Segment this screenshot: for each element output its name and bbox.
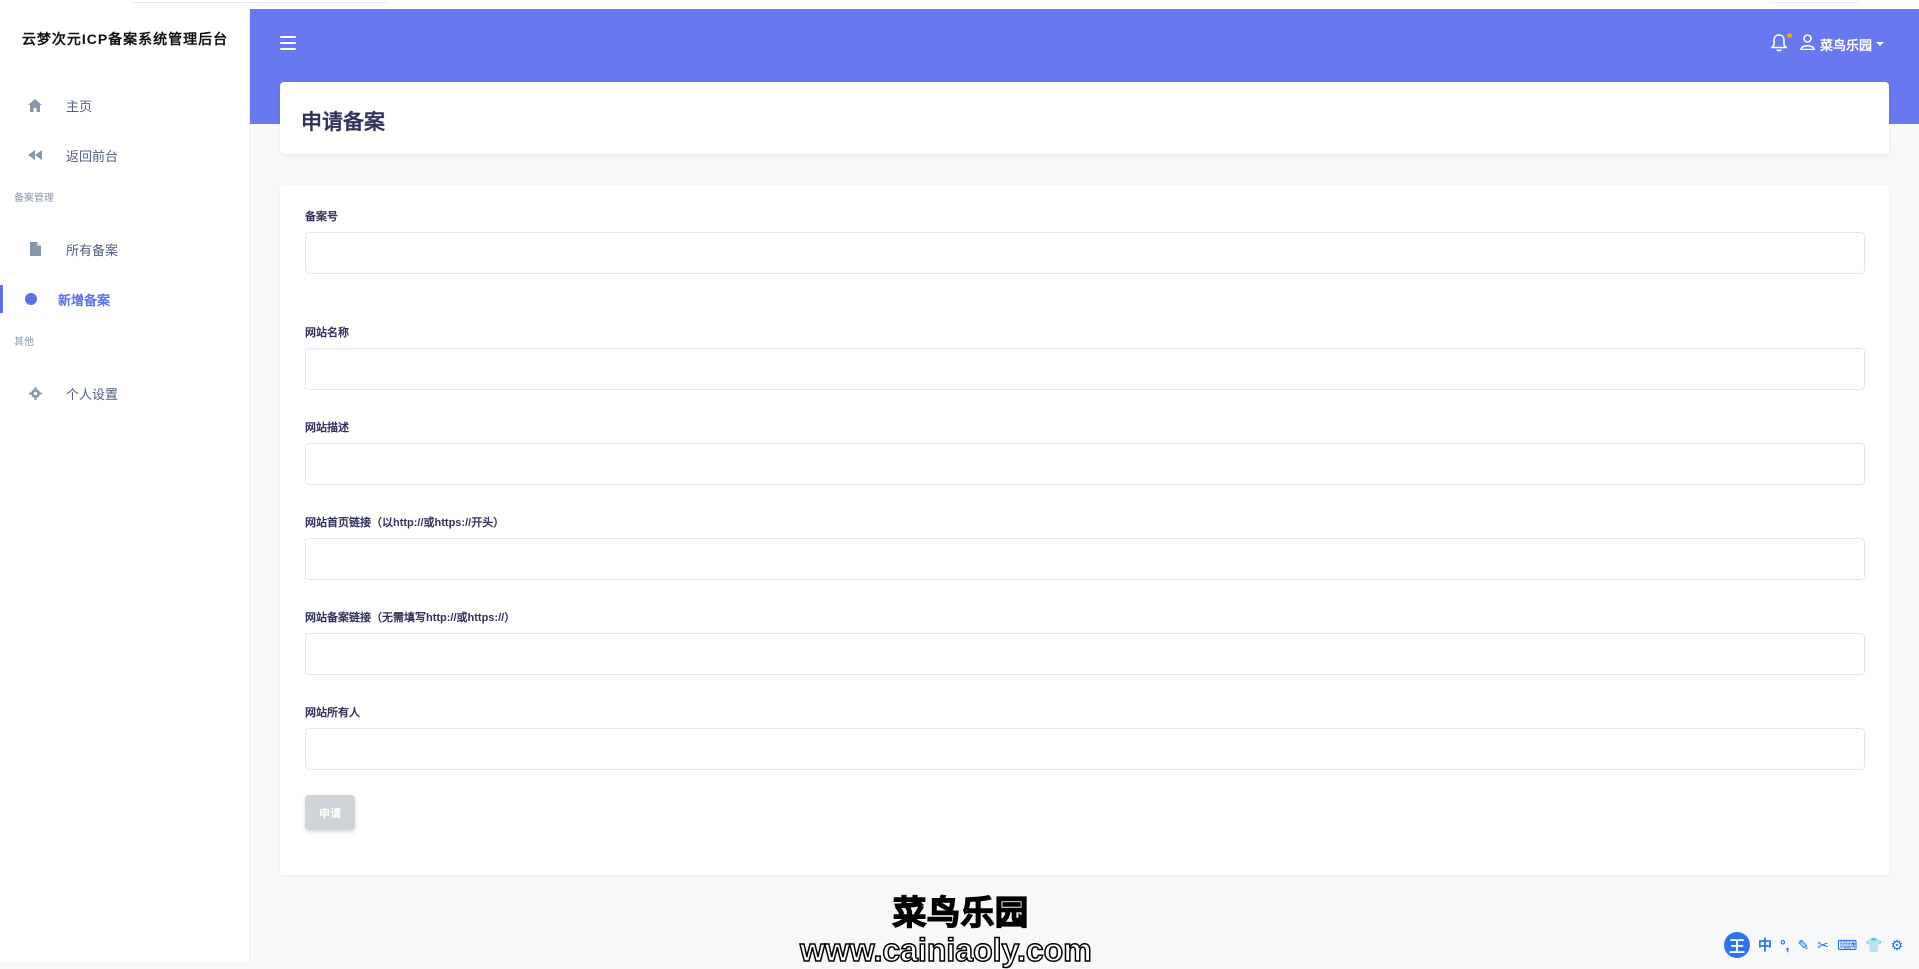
page-title-card: 申请备案: [280, 82, 1889, 154]
site-description-input[interactable]: [305, 443, 1865, 485]
sidebar-item-label: 个人设置: [66, 386, 119, 402]
ime-punctuation[interactable]: °,: [1780, 937, 1790, 953]
settings-icon[interactable]: ⚙: [1891, 937, 1904, 954]
watermark-title: 菜鸟乐园: [892, 893, 1029, 932]
record-number-input[interactable]: [305, 232, 1865, 274]
ime-chinese-mode[interactable]: 中: [1758, 935, 1772, 955]
watermark-url: www.cainiaoly.com: [799, 931, 1092, 969]
circle-icon: [24, 292, 38, 306]
browser-top-strip: [0, 0, 1919, 9]
notification-dot: [1787, 33, 1792, 38]
site-home-url-input[interactable]: [305, 538, 1865, 580]
site-record-url-input[interactable]: [305, 633, 1865, 675]
chevron-down-icon: [1876, 42, 1884, 46]
pen-icon[interactable]: ✎: [1798, 937, 1810, 954]
sidebar-item-personal-settings[interactable]: 个人设置: [0, 373, 250, 413]
notification-bell-icon[interactable]: [1770, 33, 1792, 54]
site-description-label: 网站描述: [305, 422, 349, 434]
submit-button[interactable]: 申请: [305, 795, 355, 830]
user-icon: [1800, 33, 1815, 55]
sidebar-item-label: 所有备案: [66, 242, 119, 258]
sidebar-item-label: 新增备案: [58, 292, 111, 308]
username: 菜鸟乐园: [1819, 37, 1872, 53]
site-home-url-label: 网站首页链接（以http://或https://开头）: [305, 517, 505, 529]
home-icon: [28, 98, 42, 112]
record-number-label: 备案号: [305, 211, 338, 223]
site-name-input[interactable]: [305, 348, 1865, 390]
sidebar-item-new-record[interactable]: 新增备案: [0, 279, 250, 319]
file-icon: [28, 242, 42, 256]
scissors-icon[interactable]: ✂: [1817, 937, 1829, 954]
sidebar-item-back-to-front[interactable]: 返回前台: [0, 135, 250, 175]
site-record-url-label: 网站备案链接（无需填写http://或https://）: [305, 612, 516, 624]
ime-logo[interactable]: 王: [1724, 932, 1750, 958]
page-title: 申请备案: [301, 111, 385, 134]
site-owner-input[interactable]: [305, 728, 1865, 770]
nav-heading-other: 其他: [14, 337, 34, 348]
address-bar-edge: [130, 0, 390, 3]
keyboard-icon[interactable]: ⌨: [1837, 937, 1857, 954]
site-owner-label: 网站所有人: [305, 707, 360, 719]
ime-toolbar: 王 中 °, ✎ ✂ ⌨ 👕 ⚙: [1724, 932, 1903, 958]
record-form: 备案号 网站名称 网站描述 网站首页链接（以http://或https://开头…: [280, 185, 1889, 875]
sidebar-item-label: 主页: [66, 98, 93, 114]
hamburger-menu-icon[interactable]: [280, 36, 296, 50]
rewind-icon: [28, 148, 42, 162]
gear-icon: [28, 386, 42, 400]
site-name-label: 网站名称: [305, 327, 349, 339]
nav-heading-record-management: 备案管理: [14, 193, 54, 204]
brand-title: 云梦次元ICP备案系统管理后台: [21, 31, 229, 47]
sidebar-item-label: 返回前台: [66, 148, 119, 164]
user-menu[interactable]: 菜鸟乐园: [1800, 33, 1884, 55]
sidebar-item-home[interactable]: 主页: [0, 85, 250, 125]
sidebar: 云梦次元ICP备案系统管理后台 主页 返回前台 备案管理 所有备案 新增备案 其…: [0, 9, 250, 962]
sidebar-item-all-records[interactable]: 所有备案: [0, 229, 250, 269]
skin-icon[interactable]: 👕: [1865, 937, 1882, 954]
toolbar-edge: [1769, 0, 1859, 3]
